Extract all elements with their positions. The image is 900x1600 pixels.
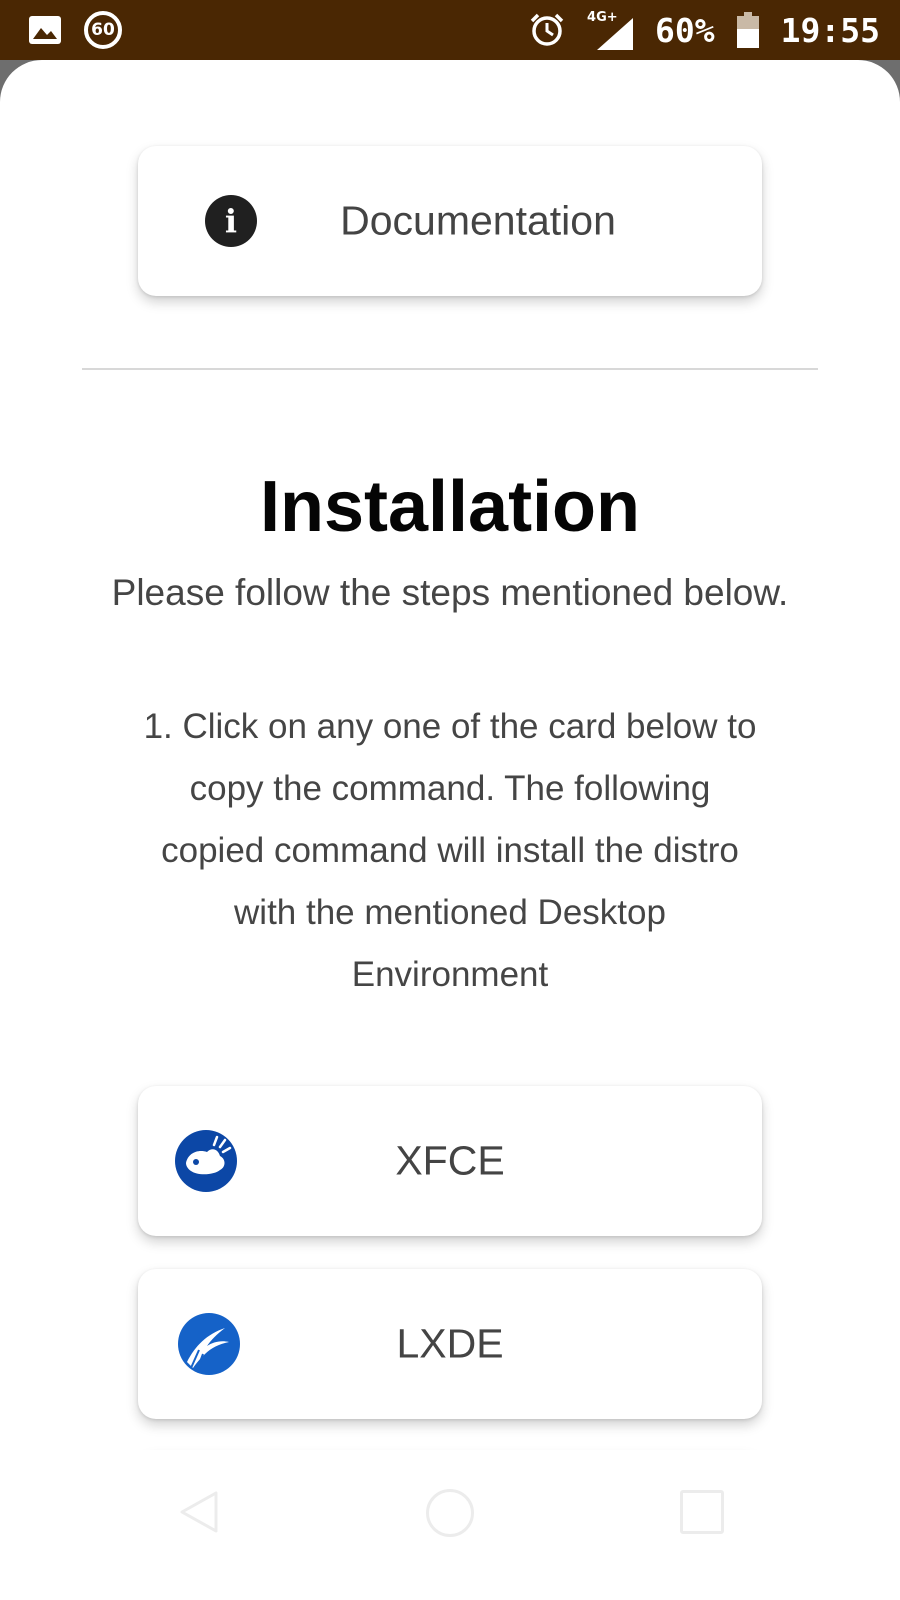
status-bar: 60 4G+ 60% 19:55 (0, 0, 900, 60)
bottom-sheet: i Documentation Installation Please foll… (0, 60, 900, 1450)
back-icon[interactable] (178, 1490, 220, 1534)
lxde-label: LXDE (396, 1320, 504, 1367)
xfce-card[interactable]: XFCE (138, 1086, 762, 1236)
signal-icon: 4G+ (587, 10, 634, 50)
status-bar-left: 60 (28, 11, 122, 49)
gallery-icon (29, 16, 61, 44)
documentation-label: Documentation (340, 197, 616, 244)
battery-fill (736, 28, 759, 48)
status-bar-right: 4G+ 60% 19:55 (529, 10, 880, 50)
sixty-badge-icon: 60 (84, 11, 122, 49)
lxde-card[interactable]: LXDE (138, 1269, 762, 1419)
clock: 19:55 (780, 10, 880, 50)
home-icon[interactable] (426, 1489, 474, 1537)
documentation-button[interactable]: i Documentation (138, 146, 762, 296)
alarm-icon (530, 13, 564, 46)
battery-percent: 60% (655, 10, 715, 50)
installation-subtitle: Please follow the steps mentioned below. (111, 572, 789, 613)
battery-icon (736, 12, 759, 48)
installation-title: Installation (259, 467, 641, 547)
navigation-bar (0, 1450, 900, 1600)
installation-step-1: 1. Click on any one of the card below to… (143, 707, 757, 994)
recent-apps-icon[interactable] (680, 1490, 724, 1534)
xfce-label: XFCE (395, 1137, 505, 1184)
divider (82, 368, 818, 370)
